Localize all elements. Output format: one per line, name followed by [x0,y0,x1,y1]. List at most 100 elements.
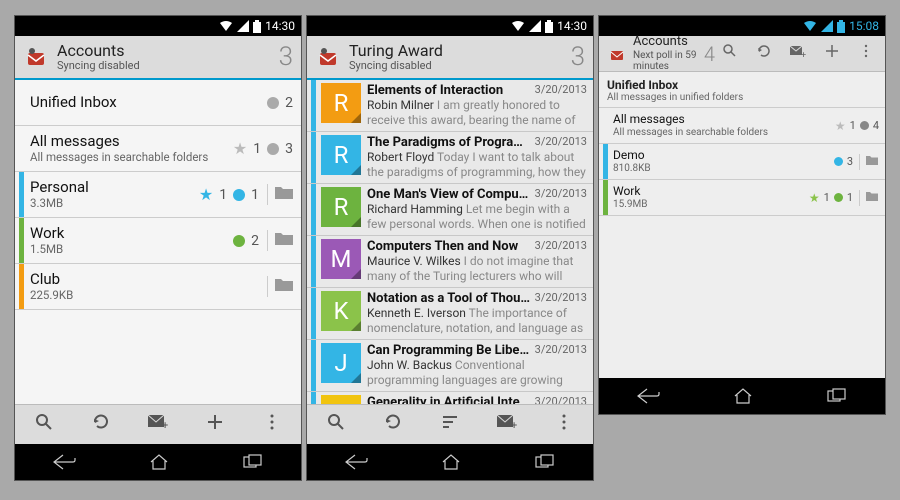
app-icon [23,44,49,70]
account-row[interactable]: Demo810.8KB3 [599,144,885,180]
message-subject: Generality in Artificial Intelligence [367,395,531,404]
recent-nav-icon[interactable] [825,386,849,406]
accounts-list[interactable]: Unified Inbox2All messagesAll messages i… [15,80,301,404]
avatar[interactable]: R [321,135,361,175]
app-header[interactable]: Accounts Next poll in 59 minutes 4 + [599,36,885,72]
row-subtitle: 3.3MB [30,197,199,210]
unread-count: 3 [285,141,293,157]
svg-text:+: + [801,51,806,59]
home-nav-icon[interactable] [148,452,170,472]
message-from: Kenneth E. Iverson [367,306,469,320]
screen-messages: 14:30 Turing Award Syncing disabled 3 RE… [306,15,594,481]
message-from: Robert Floyd [367,150,437,164]
overflow-icon[interactable] [536,412,593,437]
message-date: 3/20/2013 [535,239,587,254]
avatar[interactable]: R [321,83,361,123]
search-icon[interactable] [307,412,364,437]
nav-bar [307,444,593,480]
search-icon[interactable] [719,43,741,64]
overflow-icon[interactable] [244,412,301,437]
app-icon [607,44,627,64]
row-subtitle: 225.9KB [30,289,265,302]
accounts-list[interactable]: Unified Inbox All messages in unified fo… [599,72,885,378]
row-subtitle: 15.9MB [613,199,809,211]
svg-text:+: + [162,419,168,431]
message-list[interactable]: RElements of Interaction3/20/2013Robin M… [307,80,593,404]
unified-inbox-title[interactable]: Unified Inbox [599,72,885,92]
row-subtitle: 1.5MB [30,243,233,256]
compose-icon[interactable]: + [787,44,809,64]
star-count: 1 [219,187,227,203]
status-bar: 15:08 [599,16,885,36]
folder-icon[interactable] [859,154,879,170]
svg-text:+: + [511,419,517,431]
search-icon[interactable] [15,412,72,437]
avatar[interactable]: R [321,187,361,227]
account-row[interactable]: Unified Inbox2 [15,80,301,126]
overflow-icon[interactable] [855,43,877,64]
wifi-icon [219,20,233,32]
account-row[interactable]: Club225.9KB [15,264,301,310]
folder-icon[interactable] [267,230,293,251]
battery-icon [253,20,261,33]
avatar[interactable]: J [321,343,361,383]
compose-icon[interactable]: + [129,413,186,436]
account-row[interactable]: Work1.5MB2 [15,218,301,264]
row-title: Work [30,225,233,242]
add-icon[interactable] [821,43,843,64]
wifi-icon [511,20,525,32]
message-date: 3/20/2013 [535,343,587,358]
message-row[interactable]: JCan Programming Be Liberated from..3/20… [307,340,593,392]
back-nav-icon[interactable] [51,452,77,472]
refresh-icon[interactable] [753,43,775,64]
header-title: Accounts [57,42,275,60]
message-row[interactable]: KNotation as a Tool of Thought3/20/2013K… [307,288,593,340]
home-nav-icon[interactable] [440,452,462,472]
message-subject: The Paradigms of Programming [367,135,531,150]
row-title: All messages [30,133,233,150]
recent-nav-icon[interactable] [241,452,265,472]
avatar[interactable]: J [321,395,361,404]
account-row[interactable]: Work15.9MB★11 [599,180,885,216]
folder-icon[interactable] [267,184,293,205]
compose-icon[interactable]: + [479,413,536,436]
app-header[interactable]: Accounts Syncing disabled 3 [15,36,301,80]
refresh-icon[interactable] [72,412,129,437]
account-row[interactable]: All messagesAll messages in searchable f… [15,126,301,172]
message-row[interactable]: MComputers Then and Now3/20/2013Maurice … [307,236,593,288]
message-date: 3/20/2013 [535,135,587,150]
back-nav-icon[interactable] [635,386,661,406]
message-row[interactable]: ROne Man's View of Computer Science3/20/… [307,184,593,236]
signal-icon [529,20,541,32]
sort-icon[interactable] [421,412,478,437]
account-row[interactable]: Personal3.3MB★11 [15,172,301,218]
app-header[interactable]: Turing Award Syncing disabled 3 [307,36,593,80]
message-row[interactable]: RElements of Interaction3/20/2013Robin M… [307,80,593,132]
row-title: Unified Inbox [30,94,267,111]
add-icon[interactable] [187,412,244,437]
unread-dot-icon [860,121,869,130]
battery-icon [837,20,845,33]
folder-icon[interactable] [859,190,879,206]
avatar[interactable]: M [321,239,361,279]
unread-dot-icon [233,235,245,247]
app-icon [315,44,341,70]
screen-accounts-compact: 15:08 Accounts Next poll in 59 minutes 4… [598,15,886,415]
message-subject: Computers Then and Now [367,239,518,254]
unread-count: 3 [847,155,853,168]
back-nav-icon[interactable] [343,452,369,472]
all-messages-row[interactable]: All messages All messages in searchable … [599,108,885,144]
refresh-icon[interactable] [364,412,421,437]
message-row[interactable]: R The Paradigms of Programming 3/20/2013 Ro… [307,132,593,184]
message-subject: Elements of Interaction [367,83,503,98]
avatar[interactable]: K [321,291,361,331]
status-time: 14:30 [557,19,587,33]
recent-nav-icon[interactable] [533,452,557,472]
home-nav-icon[interactable] [732,386,754,406]
status-time: 15:08 [849,19,879,33]
folder-icon[interactable] [267,276,293,297]
row-title: Demo [613,149,834,163]
message-row[interactable]: JGenerality in Artificial Intelligence3/… [307,392,593,404]
nav-bar [599,378,885,414]
unread-dot-icon [267,97,279,109]
